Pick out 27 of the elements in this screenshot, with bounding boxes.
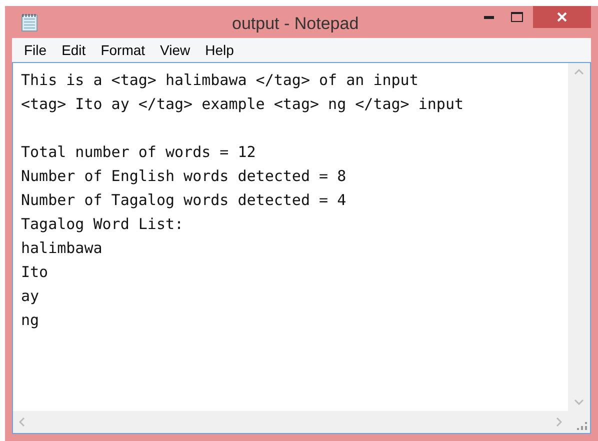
text-line: Tagalog Word List:	[21, 214, 184, 235]
text-line: Number of English words detected = 8	[21, 166, 346, 187]
menu-item[interactable]: File	[17, 40, 54, 60]
text-line: halimbawa	[21, 238, 102, 259]
text-line: ay	[21, 286, 40, 307]
text-line: Ito	[21, 262, 48, 283]
notepad-icon	[20, 12, 40, 32]
text-line: Number of Tagalog words detected = 4	[21, 190, 346, 211]
maximize-icon	[511, 12, 523, 22]
menu-item[interactable]: Help	[198, 40, 241, 60]
window-title: output - Notepad	[232, 13, 359, 35]
scroll-down-icon[interactable]	[574, 399, 584, 405]
text-line: <tag> Ito ay </tag> example <tag> ng </tag> input	[21, 94, 464, 115]
menu-item[interactable]: Format	[94, 40, 152, 60]
close-icon	[557, 12, 567, 22]
menu-item[interactable]: View	[153, 40, 198, 60]
text-line: This is a <tag> halimbawa </tag> of an input	[21, 70, 418, 91]
scroll-left-icon[interactable]	[19, 417, 25, 427]
text-line: ng	[21, 310, 40, 331]
menu-item[interactable]: Edit	[54, 40, 93, 60]
scroll-up-icon[interactable]	[574, 69, 584, 75]
resize-grip-icon[interactable]	[577, 420, 587, 430]
text-area[interactable]	[12, 62, 591, 434]
text-line: Total number of words = 12	[21, 142, 256, 163]
scroll-right-icon[interactable]	[556, 417, 562, 427]
minimize-icon	[484, 16, 494, 18]
close-button[interactable]	[533, 6, 591, 28]
